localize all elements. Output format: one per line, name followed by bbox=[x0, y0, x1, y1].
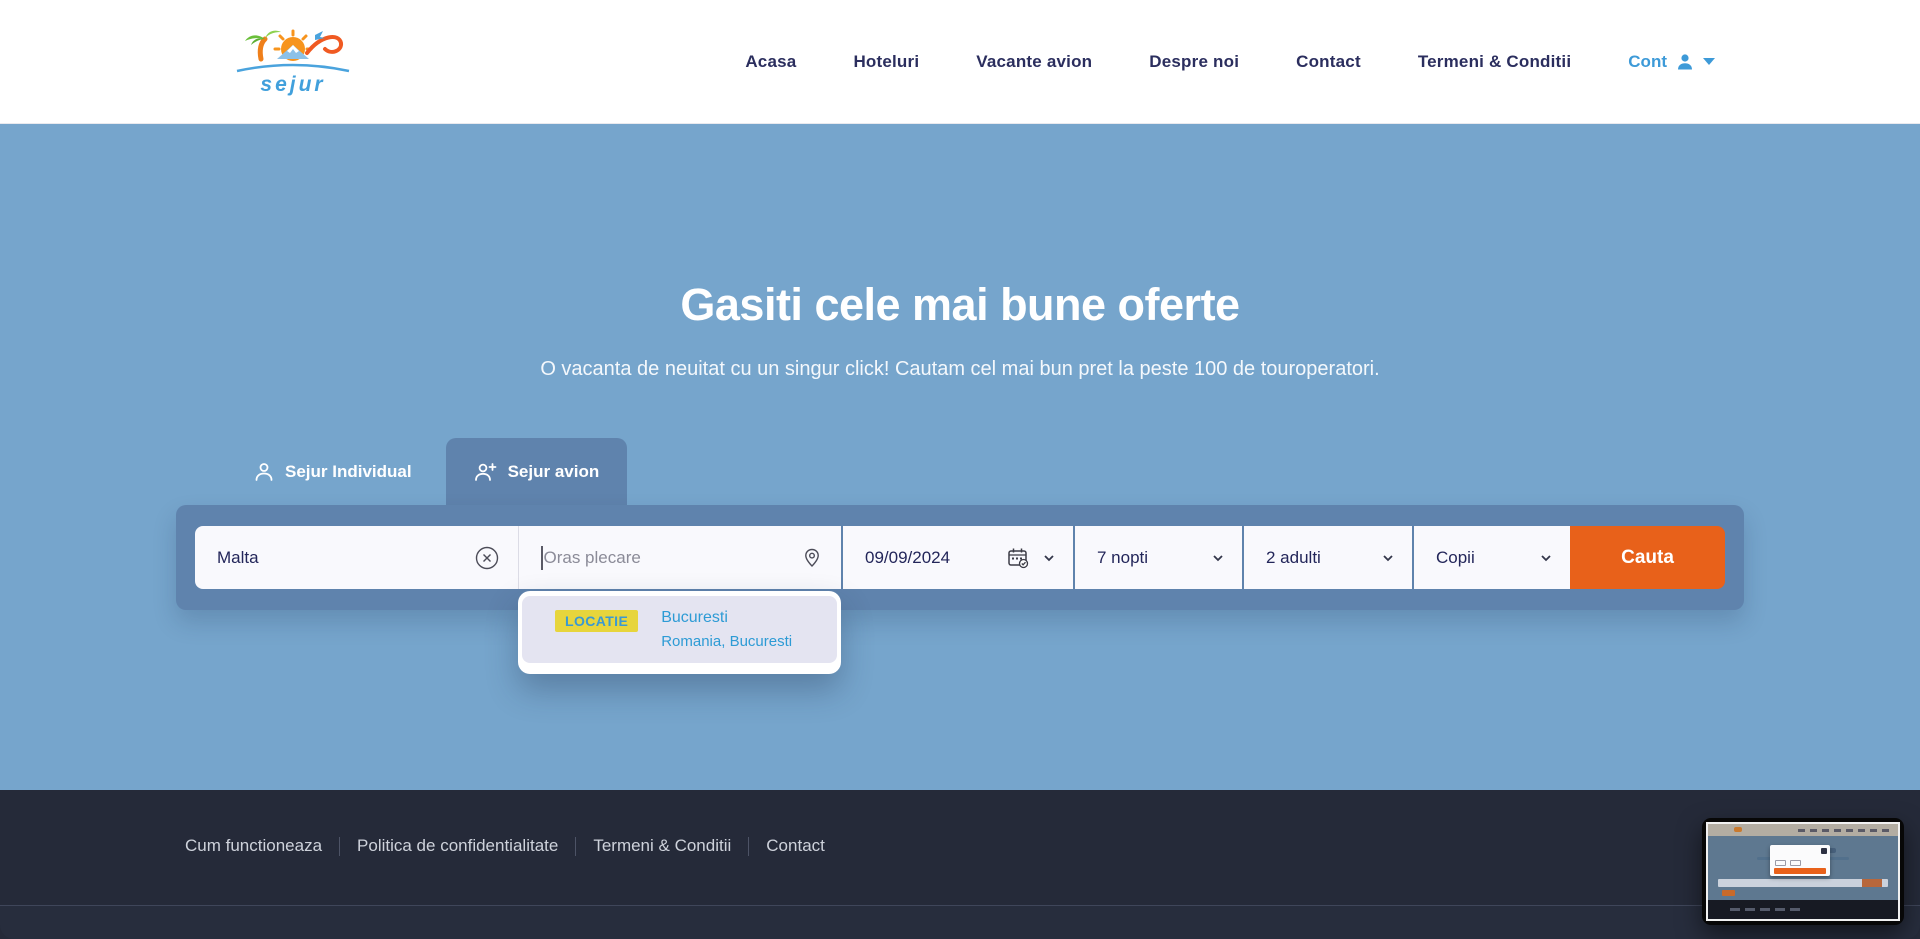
pip-mini-footer-links bbox=[1730, 908, 1800, 911]
account-label: Cont bbox=[1628, 52, 1667, 72]
page: sejur Acasa Hoteluri Vacante avion Despr… bbox=[0, 0, 1920, 939]
footer-link-termeni[interactable]: Termeni & Conditii bbox=[593, 836, 731, 856]
pip-mini-search-button bbox=[1862, 879, 1882, 887]
pip-mini-nav bbox=[1798, 829, 1890, 832]
search-panel: 09/09/2024 bbox=[176, 505, 1744, 610]
hero-title: Gasiti cele mai bune oferte bbox=[0, 124, 1920, 331]
user-icon bbox=[1675, 52, 1695, 72]
footer-link-cum-functioneaza[interactable]: Cum functioneaza bbox=[185, 836, 322, 856]
pip-screen bbox=[1706, 822, 1900, 921]
hero-section: Gasiti cele mai bune oferte O vacanta de… bbox=[0, 124, 1920, 790]
location-suggestions: LOCATIE Bucuresti Romania, Bucuresti bbox=[518, 591, 841, 674]
person-icon bbox=[253, 461, 275, 483]
departure-field[interactable] bbox=[518, 526, 841, 589]
divider bbox=[575, 837, 576, 856]
destination-field[interactable] bbox=[195, 526, 518, 589]
tab-label: Sejur Individual bbox=[285, 462, 412, 482]
chevron-down-icon bbox=[1210, 550, 1226, 566]
pip-mini-modal bbox=[1770, 845, 1830, 876]
children-value: Copii bbox=[1436, 548, 1475, 568]
date-value: 09/09/2024 bbox=[865, 548, 994, 568]
search-fields: 09/09/2024 bbox=[195, 526, 1725, 589]
nav-despre-noi[interactable]: Despre noi bbox=[1149, 52, 1239, 72]
nav-hoteluri[interactable]: Hoteluri bbox=[853, 52, 919, 72]
footer: Cum functioneaza Politica de confidentia… bbox=[0, 790, 1920, 939]
adults-select[interactable]: 2 adulti bbox=[1244, 526, 1412, 589]
footer-links: Cum functioneaza Politica de confidentia… bbox=[185, 836, 1920, 856]
pip-mini-searchbar bbox=[1718, 879, 1888, 887]
children-select[interactable]: Copii bbox=[1414, 526, 1570, 589]
account-menu[interactable]: Cont bbox=[1628, 52, 1715, 72]
logo-art-icon bbox=[227, 25, 359, 77]
text-cursor bbox=[541, 546, 543, 570]
person-plus-icon bbox=[474, 461, 498, 483]
chevron-down-icon bbox=[1380, 550, 1396, 566]
destination-input[interactable] bbox=[217, 548, 474, 568]
pip-mini-header bbox=[1708, 824, 1898, 836]
pip-mini-cta bbox=[1774, 868, 1826, 874]
location-pin-icon bbox=[801, 547, 823, 569]
adults-value: 2 adulti bbox=[1266, 548, 1321, 568]
search-tabs: Sejur Individual Sejur avion bbox=[176, 438, 1744, 505]
pip-preview[interactable] bbox=[1702, 818, 1904, 925]
suggestion-type-badge: LOCATIE bbox=[555, 610, 638, 632]
footer-bottom-bar bbox=[0, 905, 1920, 939]
pip-mini-footer bbox=[1708, 900, 1898, 919]
suggestion-subtitle: Romania, Bucuresti bbox=[661, 633, 792, 650]
tab-sejur-avion[interactable]: Sejur avion bbox=[446, 438, 628, 505]
search-widget: Sejur Individual Sejur avion bbox=[176, 438, 1744, 610]
hero-subtitle: O vacanta de neuitat cu un singur click!… bbox=[0, 358, 1920, 381]
nav-contact[interactable]: Contact bbox=[1296, 52, 1361, 72]
main-nav: Acasa Hoteluri Vacante avion Despre noi … bbox=[745, 52, 1715, 72]
divider bbox=[339, 837, 340, 856]
logo-text: sejur bbox=[227, 73, 359, 97]
pip-mini-close bbox=[1821, 848, 1827, 854]
nights-select[interactable]: 7 nopti bbox=[1075, 526, 1242, 589]
pip-mini-hero bbox=[1708, 836, 1898, 900]
nights-value: 7 nopti bbox=[1097, 548, 1148, 568]
suggestion-text: Bucuresti Romania, Bucuresti bbox=[661, 609, 792, 650]
departure-input[interactable] bbox=[544, 548, 802, 568]
chevron-down-icon bbox=[1703, 58, 1715, 65]
location-field-group bbox=[195, 526, 841, 589]
divider bbox=[748, 837, 749, 856]
site-logo[interactable]: sejur bbox=[227, 25, 359, 99]
nav-termeni-conditii[interactable]: Termeni & Conditii bbox=[1418, 52, 1571, 72]
pip-mini-button bbox=[1790, 860, 1801, 866]
chevron-down-icon bbox=[1041, 550, 1057, 566]
tab-sejur-individual[interactable]: Sejur Individual bbox=[225, 438, 440, 505]
nav-vacante-avion[interactable]: Vacante avion bbox=[976, 52, 1092, 72]
suggestion-item[interactable]: LOCATIE Bucuresti Romania, Bucuresti bbox=[522, 596, 837, 663]
footer-link-contact[interactable]: Contact bbox=[766, 836, 825, 856]
pip-mini-tag bbox=[1722, 890, 1735, 896]
pip-mini-logo bbox=[1734, 827, 1742, 832]
clear-destination-button[interactable] bbox=[474, 545, 500, 571]
top-navbar: sejur Acasa Hoteluri Vacante avion Despr… bbox=[0, 0, 1920, 124]
suggestion-title: Bucuresti bbox=[661, 609, 792, 627]
date-field[interactable]: 09/09/2024 bbox=[843, 526, 1073, 589]
nav-acasa[interactable]: Acasa bbox=[745, 52, 796, 72]
calendar-check-icon bbox=[1006, 546, 1029, 569]
circle-x-icon bbox=[474, 545, 500, 571]
tab-label: Sejur avion bbox=[508, 462, 600, 482]
footer-link-politica[interactable]: Politica de confidentialitate bbox=[357, 836, 558, 856]
chevron-down-icon bbox=[1538, 550, 1554, 566]
pip-mini-button bbox=[1775, 860, 1786, 866]
search-button[interactable]: Cauta bbox=[1570, 526, 1725, 589]
